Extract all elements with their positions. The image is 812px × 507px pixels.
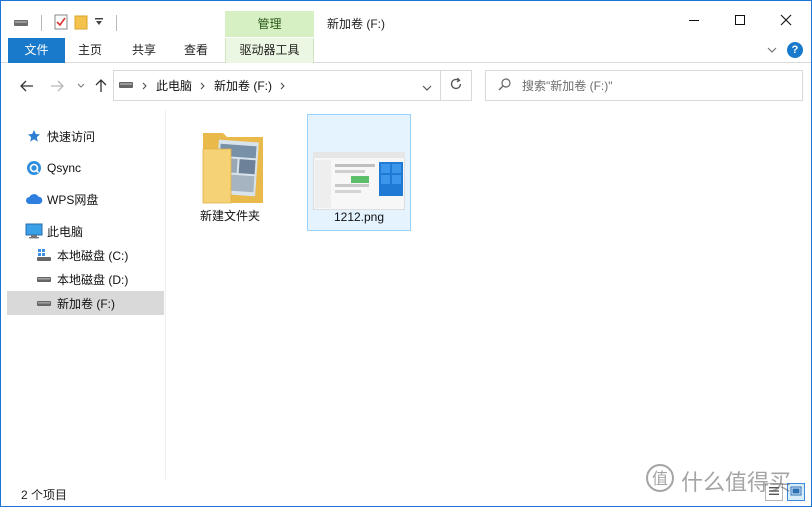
sidebar-item-quick-access[interactable]: 快速访问 — [25, 124, 182, 148]
quick-access-toolbar — [13, 13, 123, 33]
forward-arrow-icon[interactable] — [47, 76, 67, 96]
folder-icon — [201, 125, 265, 208]
sidebar-item-label: Qsync — [47, 161, 82, 175]
star-icon — [25, 127, 43, 145]
back-arrow-icon[interactable] — [17, 76, 37, 96]
sidebar-item-this-pc[interactable]: 此电脑 — [25, 219, 182, 243]
large-icons-view-icon — [790, 485, 802, 499]
watermark-text: 什么值得买 — [681, 471, 792, 496]
file-name: 新建文件夹 — [199, 209, 260, 223]
new-folder-icon[interactable] — [74, 14, 88, 33]
expand-ribbon-icon[interactable] — [767, 43, 777, 57]
qat-divider-2 — [116, 15, 117, 31]
ribbon-tabs: 文件 主页 共享 查看 驱动器工具 ? — [1, 38, 811, 63]
file-item-folder[interactable]: 新建文件夹 — [178, 114, 282, 231]
svg-text:值: 值 — [652, 469, 668, 488]
search-icon — [498, 77, 512, 94]
tab-file[interactable]: 文件 — [8, 38, 65, 63]
refresh-button[interactable] — [441, 70, 472, 101]
tab-home[interactable]: 主页 — [69, 38, 111, 63]
title-bar: 管理 新加卷 (F:) — [1, 1, 811, 38]
file-list: 新建文件夹 1212.png — [166, 110, 811, 479]
up-arrow-icon[interactable] — [91, 76, 111, 96]
chevron-right-icon[interactable] — [200, 79, 206, 93]
sidebar-item-label: 快速访问 — [47, 129, 96, 144]
computer-icon — [25, 222, 43, 240]
contextual-tab-manage[interactable]: 管理 — [225, 11, 314, 37]
search-box[interactable]: 搜索"新加卷 (F:)" — [485, 70, 803, 101]
chevron-right-icon[interactable] — [142, 79, 148, 93]
sidebar-item-label: 本地磁盘 (D:) — [57, 272, 129, 287]
ribbon-controls: ? — [767, 42, 803, 58]
maximize-button[interactable] — [717, 5, 763, 35]
sidebar-item-new-volume-f[interactable]: 新加卷 (F:) — [7, 291, 164, 315]
sidebar-item-label: WPS网盘 — [47, 192, 99, 207]
explorer-window: 管理 新加卷 (F:) 文件 主页 共享 查看 驱动器工具 ? 此电脑 新加卷 … — [0, 0, 812, 507]
chevron-right-icon[interactable] — [280, 79, 286, 93]
navigation-bar: 此电脑 新加卷 (F:) 搜索"新加卷 (F:)" — [1, 63, 811, 110]
recent-dropdown-icon[interactable] — [71, 76, 91, 96]
file-item-image[interactable]: 1212.png — [307, 114, 411, 231]
item-count: 2 个项目 — [21, 488, 68, 502]
navigation-pane: 快速访问 Qsync WPS网盘 此电脑 本地磁盘 (C:) 本地磁盘 (D:)… — [1, 110, 165, 479]
window-title: 新加卷 (F:) — [327, 17, 385, 31]
breadcrumb-this-pc[interactable]: 此电脑 — [156, 77, 192, 94]
drive-icon[interactable] — [13, 16, 29, 31]
tab-share[interactable]: 共享 — [123, 38, 165, 63]
watermark: 值 什么值得买 — [645, 463, 791, 499]
sidebar-item-wps-drive[interactable]: WPS网盘 — [25, 187, 182, 211]
tab-view[interactable]: 查看 — [175, 38, 217, 63]
drive-icon — [35, 270, 53, 288]
minimize-button[interactable] — [671, 5, 717, 35]
watermark-logo-icon: 值 — [645, 463, 675, 499]
properties-icon[interactable] — [54, 14, 68, 33]
file-name: 1212.png — [333, 210, 385, 224]
refresh-icon — [449, 77, 463, 94]
sidebar-item-label: 新加卷 (F:) — [57, 296, 115, 311]
qsync-icon — [25, 159, 43, 177]
cloud-icon — [25, 190, 43, 208]
sidebar-item-label: 此电脑 — [47, 224, 84, 239]
customize-qat-icon[interactable] — [94, 16, 104, 30]
help-icon[interactable]: ? — [787, 42, 803, 58]
close-button[interactable] — [763, 5, 809, 35]
address-bar[interactable]: 此电脑 新加卷 (F:) — [113, 70, 441, 101]
image-thumbnail — [312, 151, 406, 213]
breadcrumb-current-drive[interactable]: 新加卷 (F:) — [214, 77, 272, 94]
search-placeholder: 搜索"新加卷 (F:)" — [522, 79, 613, 93]
tab-drive-tools[interactable]: 驱动器工具 — [225, 38, 314, 63]
sidebar-item-label: 本地磁盘 (C:) — [57, 248, 129, 263]
sidebar-item-qsync[interactable]: Qsync — [25, 156, 182, 180]
drive-icon — [118, 79, 134, 93]
qat-divider — [41, 15, 42, 31]
windows-drive-icon — [35, 246, 53, 264]
address-dropdown-icon[interactable] — [422, 81, 432, 95]
drive-icon — [35, 294, 53, 312]
breadcrumb: 此电脑 新加卷 (F:) — [118, 71, 286, 100]
